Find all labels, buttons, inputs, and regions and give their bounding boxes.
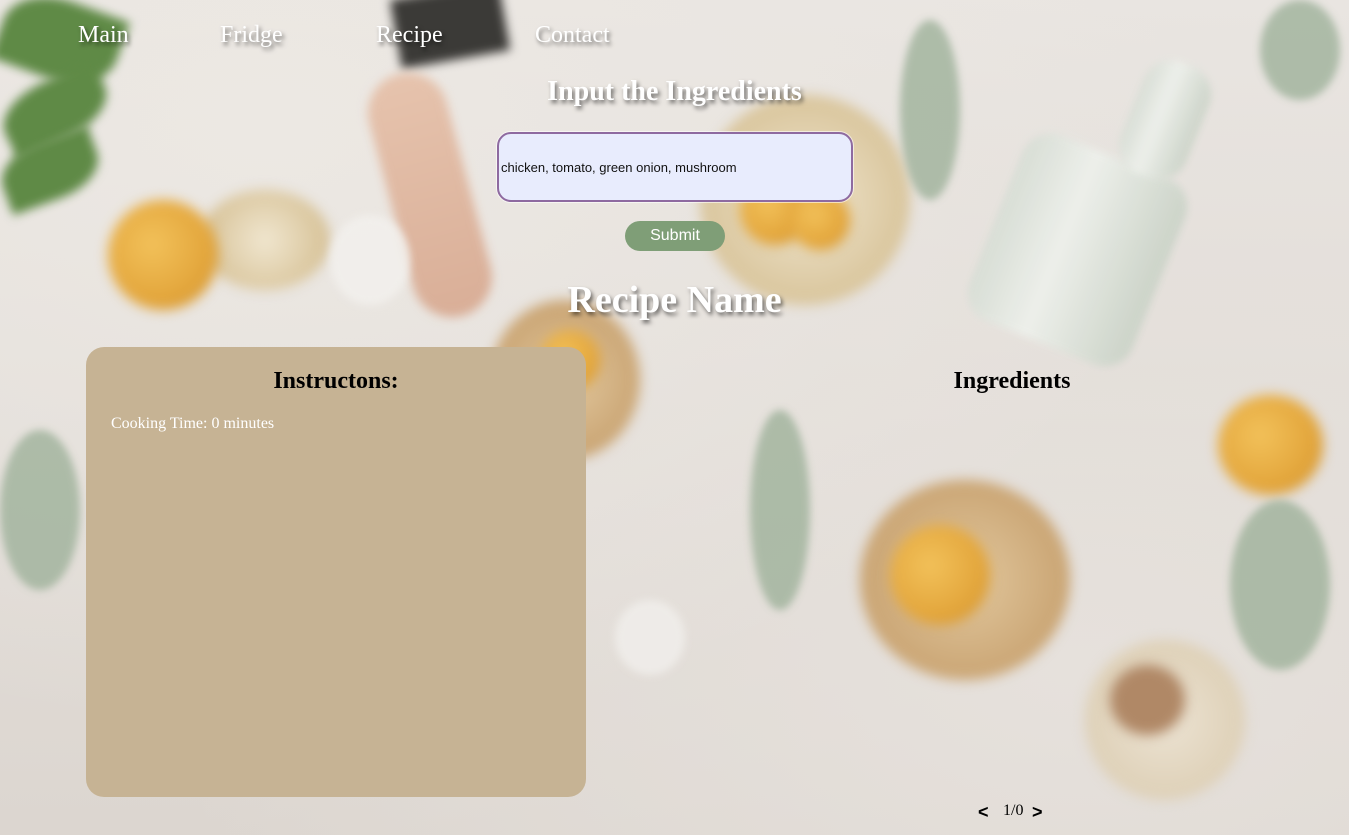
nav-recipe-link[interactable]: Recipe (376, 22, 443, 49)
next-recipe-button[interactable]: > (1032, 802, 1043, 823)
previous-recipe-button[interactable]: < (978, 802, 989, 823)
nav-main-link[interactable]: Main (78, 22, 129, 49)
nav-contact-link[interactable]: Contact (535, 22, 610, 49)
cooking-time-text: Cooking Time: 0 minutes (111, 415, 275, 432)
nav-fridge-link[interactable]: Fridge (220, 22, 283, 49)
recipe-page-count: 1/0 (1003, 802, 1024, 819)
instructions-heading: Instructons: (273, 368, 399, 394)
submit-button[interactable]: Submit (625, 221, 725, 251)
instructions-panel: Instructons: Cooking Time: 0 minutes (86, 347, 586, 797)
ingredients-input[interactable] (497, 132, 853, 202)
input-ingredients-heading: Input the Ingredients (547, 76, 802, 107)
top-nav: Main Fridge Recipe Contact (0, 22, 1349, 56)
ingredients-heading: Ingredients (953, 368, 1071, 394)
recipe-name-title: Recipe Name (567, 279, 782, 321)
